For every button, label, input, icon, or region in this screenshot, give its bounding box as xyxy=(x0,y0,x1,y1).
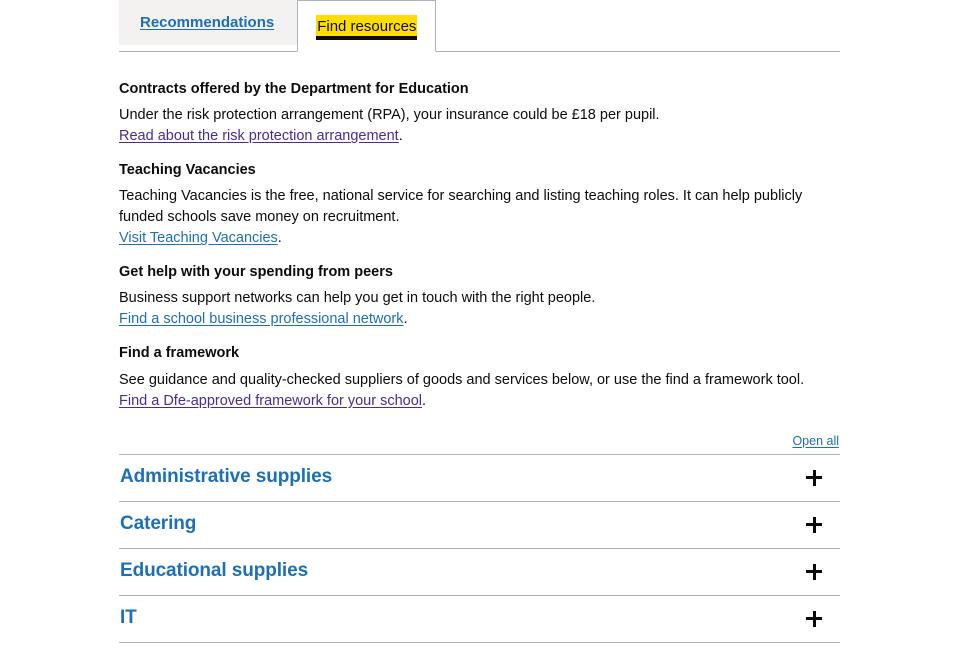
resource-body: Teaching Vacancies is the free, national… xyxy=(119,188,803,226)
resource-body: See guidance and quality-checked supplie… xyxy=(119,371,805,388)
resource-link-trailing: . xyxy=(398,128,403,145)
resource-link-business-network[interactable]: Find a school business professional netw… xyxy=(119,311,404,327)
resource-link-line: Find a Dfe-approved framework for your s… xyxy=(119,391,840,412)
tab-recommendations[interactable]: Recommendations xyxy=(119,0,298,45)
plus-icon[interactable] xyxy=(806,469,822,486)
resources-accordion: Administrative supplies Catering Educati… xyxy=(119,453,840,653)
resource-link-dfe-framework[interactable]: Find a Dfe-approved framework for your s… xyxy=(119,393,422,409)
tab-list: Recommendations Find resources xyxy=(119,0,840,52)
tab-find-resources-label[interactable]: Find resources xyxy=(316,16,418,36)
accordion-header[interactable]: Catering xyxy=(119,501,840,548)
plus-icon[interactable] xyxy=(806,610,822,627)
resource-heading: Contracts offered by the Department for … xyxy=(119,81,469,97)
open-all-row: Open all xyxy=(119,432,840,450)
resource-link-rpa[interactable]: Read about the risk protection arrangeme… xyxy=(119,128,399,144)
accordion-title: Catering xyxy=(120,513,197,535)
resources-content: Contracts offered by the Department for … xyxy=(119,80,840,653)
resource-block-rpa: Contracts offered by the Department for … xyxy=(119,80,840,147)
accordion-section-educational-supplies: Educational supplies xyxy=(119,548,840,596)
plus-icon[interactable] xyxy=(806,563,822,580)
accordion-header[interactable]: Administrative supplies xyxy=(119,454,840,501)
plus-icon[interactable] xyxy=(806,516,822,533)
find-resources-page: Recommendations Find resources Contracts… xyxy=(0,0,960,643)
resource-link-trailing: . xyxy=(422,392,427,409)
accordion-title-clipped xyxy=(119,643,840,653)
resource-link-line: Find a school business professional netw… xyxy=(119,309,840,330)
resource-link-trailing: . xyxy=(403,311,408,328)
accordion-header[interactable]: Educational supplies xyxy=(119,548,840,595)
resource-heading: Get help with your spending from peers xyxy=(119,264,393,281)
resource-block-find-framework: Find a framework See guidance and qualit… xyxy=(119,344,840,411)
accordion-section-administrative-supplies: Administrative supplies xyxy=(119,454,840,502)
resource-link-line: Read about the risk protection arrangeme… xyxy=(119,126,840,147)
resource-heading: Teaching Vacancies xyxy=(119,162,256,179)
accordion-title: IT xyxy=(120,607,137,629)
resource-heading: Find a framework xyxy=(119,345,240,362)
accordion-header[interactable]: IT xyxy=(119,595,840,642)
tab-bar: Recommendations Find resources xyxy=(119,0,840,52)
tab-recommendations-label[interactable]: Recommendations xyxy=(140,14,274,32)
tab-find-resources[interactable]: Find resources xyxy=(297,0,437,52)
resource-link-teaching-vacancies[interactable]: Visit Teaching Vacancies xyxy=(119,230,278,246)
accordion-section-catering: Catering xyxy=(119,501,840,549)
resource-link-trailing: . xyxy=(277,230,282,247)
accordion-title: Administrative supplies xyxy=(120,466,333,488)
resource-body: Business support networks can help you g… xyxy=(119,290,596,307)
accordion-next-section-clipped xyxy=(119,643,840,653)
accordion-title: Educational supplies xyxy=(120,560,309,582)
open-all-button[interactable]: Open all xyxy=(792,434,839,448)
resource-link-line: Visit Teaching Vacancies. xyxy=(119,228,840,249)
resource-block-teaching-vacancies: Teaching Vacancies Teaching Vacancies is… xyxy=(119,161,840,249)
resource-block-peer-spending: Get help with your spending from peers B… xyxy=(119,263,840,330)
resource-body: Under the risk protection arrangement (R… xyxy=(119,107,660,124)
accordion-section-it: IT xyxy=(119,595,840,643)
